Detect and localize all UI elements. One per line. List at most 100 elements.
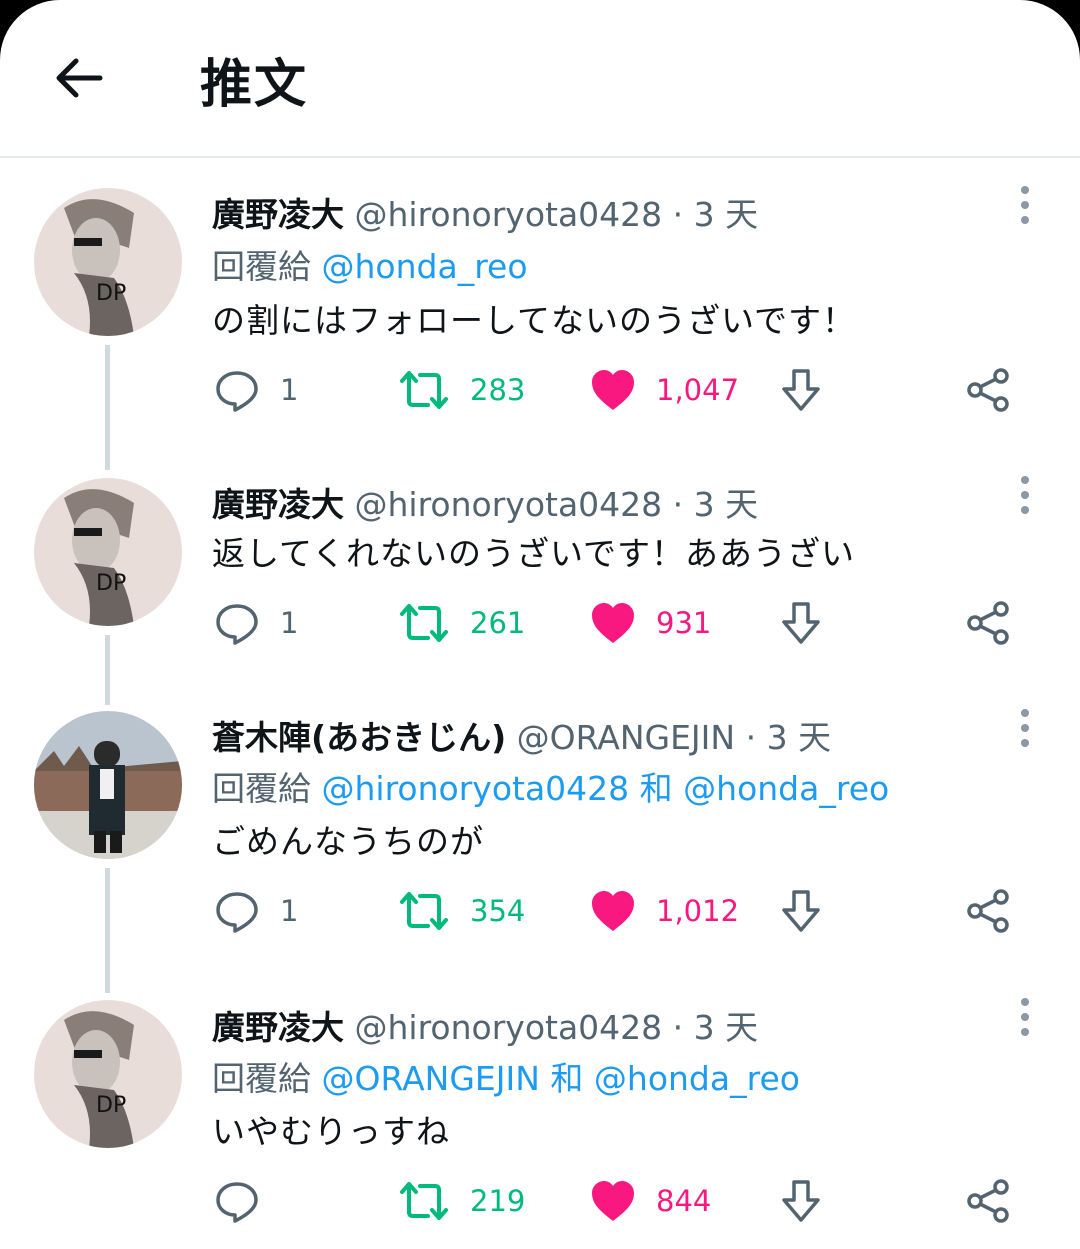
bookmark-button[interactable] [780,1171,822,1231]
mention-link[interactable]: @honda_reo [683,769,889,808]
retweet-icon [400,604,448,642]
mention-joiner: 和 [550,1059,584,1098]
author-handle[interactable]: @hironoryota0428 [355,1008,663,1047]
like-button[interactable]: 1,012 [590,881,739,941]
heart-icon [592,603,634,643]
author-handle[interactable]: @hironoryota0428 [355,195,663,234]
tweet-text: の割にはフォローしてないのうざいです！ [212,301,857,340]
retweet-button[interactable]: 219 [398,1171,525,1231]
timestamp: 3 天 [766,718,832,757]
avatar[interactable]: DP [34,188,182,336]
share-icon [967,1179,1009,1223]
retweet-button[interactable]: 261 [398,593,525,653]
action-bar: 1 261 931 [0,593,1080,653]
retweet-icon [400,1182,448,1220]
tweet-thread-screen: 推文 DP 廣野凌大 @hironoryota0428 · 3 天 回覆給 @h… [0,0,1080,1249]
author-name[interactable]: 蒼木陣(あおきじん) [212,718,506,757]
timestamp: 3 天 [693,195,759,234]
heart-icon [592,370,634,410]
like-button[interactable]: 844 [590,1171,711,1231]
tweet-text: ごめんなうちのが [212,822,484,861]
action-bar: 1 354 1,012 [0,881,1080,941]
reply-button[interactable]: 1 [214,593,298,653]
share-icon [967,368,1009,412]
action-bar: 1 283 1,047 [0,360,1080,420]
mention-link[interactable]: @ORANGEJIN [322,1059,540,1098]
mention-link[interactable]: @hironoryota0428 [322,769,630,808]
avatar[interactable] [34,711,182,859]
retweet-icon [400,892,448,930]
retweet-count: 261 [470,606,526,640]
tweet-header: 蒼木陣(あおきじん) @ORANGEJIN · 3 天 [212,711,831,759]
page-title: 推文 [200,55,309,115]
share-button[interactable] [966,593,1012,653]
author-name[interactable]: 廣野凌大 [212,485,344,524]
action-bar: 219 844 [0,1171,1080,1231]
author-handle[interactable]: @ORANGEJIN [517,718,735,757]
reply-count: 1 [280,894,299,928]
reply-button[interactable]: 1 [214,881,298,941]
mention-joiner: 和 [639,769,673,808]
like-count: 931 [656,606,712,640]
like-count: 1,012 [656,894,740,928]
tweet-text: いやむりっすね [212,1112,450,1151]
reply-count: 1 [280,373,299,407]
reply-prefix: 回覆給 [212,247,311,286]
bookmark-download-icon [782,369,820,411]
retweet-count: 219 [470,1184,526,1218]
author-handle[interactable]: @hironoryota0428 [355,485,663,524]
more-icon[interactable] [1010,476,1040,516]
share-button[interactable] [966,1171,1012,1231]
bookmark-button[interactable] [780,360,822,420]
tweet-header: 廣野凌大 @hironoryota0428 · 3 天 [212,478,758,526]
heart-icon [592,1181,634,1221]
share-button[interactable] [966,360,1012,420]
more-icon[interactable] [1010,709,1040,749]
retweet-count: 283 [470,373,526,407]
share-icon [967,889,1009,933]
tweet-header: 廣野凌大 @hironoryota0428 · 3 天 [212,188,758,236]
bookmark-button[interactable] [780,881,822,941]
more-icon[interactable] [1010,998,1040,1038]
separator: · [672,195,684,234]
heart-icon [592,891,634,931]
retweet-button[interactable]: 354 [398,881,525,941]
separator: · [672,485,684,524]
svg-text:DP: DP [96,281,126,306]
retweet-count: 354 [470,894,526,928]
reply-prefix: 回覆給 [212,769,311,808]
like-button[interactable]: 931 [590,593,711,653]
separator: · [745,718,757,757]
bookmark-download-icon [782,890,820,932]
bookmark-download-icon [782,602,820,644]
author-name[interactable]: 廣野凌大 [212,1008,344,1047]
author-name[interactable]: 廣野凌大 [212,195,344,234]
svg-text:DP: DP [96,1093,126,1118]
bookmark-download-icon [782,1180,820,1222]
like-count: 844 [656,1184,712,1218]
separator: · [672,1008,684,1047]
back-arrow-icon[interactable] [50,50,106,106]
like-button[interactable]: 1,047 [590,360,739,420]
reply-context: 回覆給 @hironoryota0428 和 @honda_reo [212,762,889,810]
reply-context: 回覆給 @honda_reo [212,240,528,288]
mention-link[interactable]: @honda_reo [322,247,528,286]
retweet-button[interactable]: 283 [398,360,525,420]
timestamp: 3 天 [693,485,759,524]
tweet-header: 廣野凌大 @hironoryota0428 · 3 天 [212,1001,758,1049]
mention-link[interactable]: @honda_reo [594,1059,800,1098]
reply-count: 1 [280,606,299,640]
reply-icon [216,1182,258,1223]
tweet-text: 返してくれないのうざいです！ああうざい [212,534,856,573]
top-bar: 推文 [0,0,1080,158]
bookmark-button[interactable] [780,593,822,653]
avatar[interactable]: DP [34,1000,182,1148]
reply-icon [216,371,258,412]
reply-prefix: 回覆給 [212,1059,311,1098]
retweet-icon [400,371,448,409]
share-button[interactable] [966,881,1012,941]
reply-button[interactable] [214,1171,280,1231]
more-icon[interactable] [1010,186,1040,226]
timestamp: 3 天 [693,1008,759,1047]
reply-button[interactable]: 1 [214,360,298,420]
